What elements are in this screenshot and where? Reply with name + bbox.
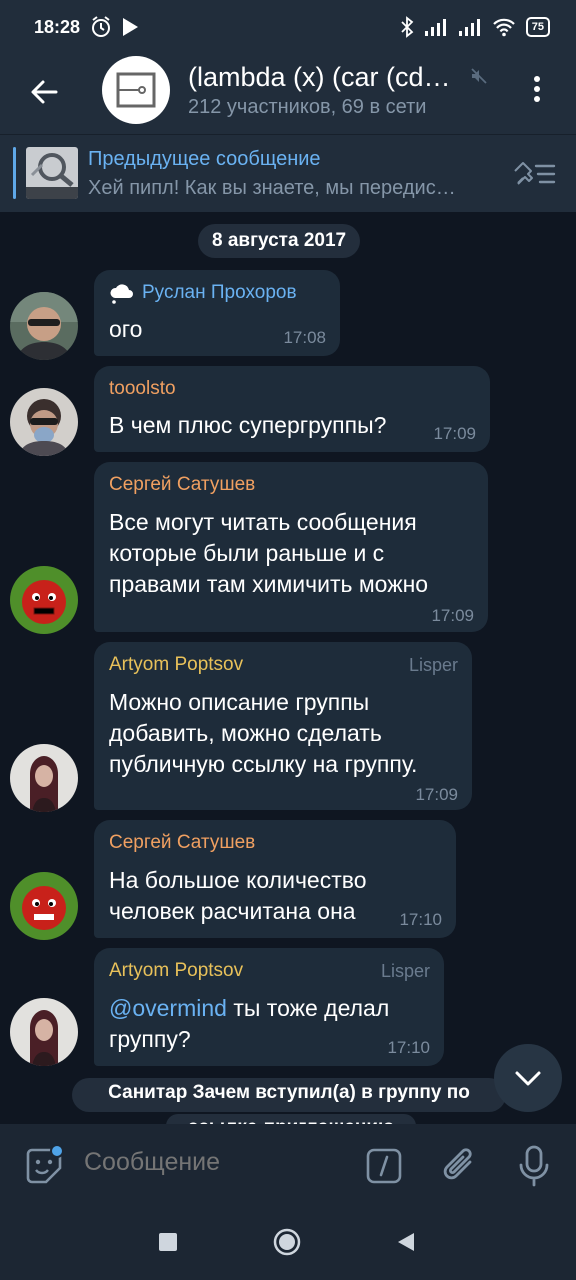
avatar[interactable]: [10, 566, 78, 634]
avatar[interactable]: [10, 292, 78, 360]
message-time: 17:10: [387, 1038, 430, 1057]
sender-name[interactable]: Руслан Прохоров: [142, 282, 297, 304]
message-text: ого: [109, 316, 143, 342]
status-time: 18:28: [34, 17, 81, 37]
group-logo-icon: [116, 72, 156, 108]
status-icons-right: 75: [400, 16, 550, 38]
status-bar: 18:28 75: [0, 0, 576, 56]
recents-button[interactable]: [159, 1233, 177, 1251]
avatar[interactable]: [10, 388, 78, 456]
avatar[interactable]: [10, 998, 78, 1066]
avatar[interactable]: [10, 872, 78, 940]
group-avatar[interactable]: [102, 56, 170, 124]
message-time: 17:09: [433, 424, 476, 443]
signal-icon-2: [458, 19, 480, 36]
message-input-bar: [0, 1124, 576, 1204]
bot-commands-icon[interactable]: [366, 1148, 402, 1184]
message-text: которые были раньше и с: [109, 540, 385, 566]
message-time: 17:08: [283, 328, 326, 347]
user-photo-icon: [10, 998, 78, 1066]
message-text: добавить, можно сделать: [109, 720, 382, 746]
battery-indicator: 75: [525, 17, 550, 37]
more-options-icon[interactable]: [520, 71, 554, 107]
message-bubble[interactable]: Сергей Сатушев Все могут читать сообщени…: [94, 462, 488, 632]
pinned-text: Хей пипл! Как вы знаете, мы передис…: [88, 177, 456, 199]
message-text: публичную ссылку на группу.: [109, 751, 418, 777]
back-nav-icon[interactable]: [396, 1231, 416, 1253]
message-bubble[interactable]: Artyom Poptsov Lisper Можно описание гру…: [94, 642, 472, 810]
cloud-badge-icon: [110, 284, 133, 304]
message-input[interactable]: [84, 1148, 354, 1177]
user-photo-icon: [10, 388, 78, 456]
user-photo-icon: [10, 744, 78, 812]
pinned-indicator: [13, 147, 16, 199]
avatar[interactable]: [10, 744, 78, 812]
chat-messages-area[interactable]: 8 августа 2017 Руслан Прохоров ого 17:08…: [0, 212, 576, 1124]
mention-link[interactable]: @overmind: [109, 995, 227, 1021]
message-text: На большое количество: [109, 867, 367, 893]
alarm-icon: [92, 16, 110, 37]
message-text: Можно описание группы: [109, 689, 370, 715]
date-chip: 8 августа 2017: [198, 224, 361, 258]
system-navigation-bar: [0, 1204, 576, 1280]
chevron-down-icon: [515, 1071, 541, 1086]
message-text: правами там химичить можно: [109, 571, 429, 597]
admin-rank: Lisper: [408, 655, 458, 675]
pinned-list-icon[interactable]: [512, 157, 558, 191]
back-arrow-icon[interactable]: [26, 73, 64, 111]
sender-name[interactable]: Сергей Сатушев: [109, 474, 255, 496]
chat-subtitle: 212 участников, 69 в сети: [188, 96, 427, 118]
message-text: В чем плюс супергруппы?: [109, 412, 387, 438]
chat-title[interactable]: (lambda (x) (car (cd…: [188, 62, 473, 93]
new-stickers-dot: [50, 1144, 64, 1158]
sender-name[interactable]: Artyom Poptsov: [109, 960, 243, 982]
sender-name[interactable]: Artyom Poptsov: [109, 654, 243, 676]
service-message: Санитар Зачем вступил(а) в группу по: [72, 1078, 506, 1112]
bluetooth-icon: [401, 16, 414, 38]
admin-rank: Lisper: [380, 961, 430, 981]
service-message-continued: ссылке-приглашению: [166, 1114, 416, 1124]
sender-name[interactable]: Сергей Сатушев: [109, 832, 255, 854]
pinned-title: Предыдущее сообщение: [88, 148, 321, 170]
message-text: @overmind ты тоже делал: [109, 993, 389, 1023]
message-text: Все могут читать сообщения: [109, 509, 417, 535]
message-bubble[interactable]: tooolsto В чем плюс супергруппы? 17:09: [94, 366, 490, 452]
home-button[interactable]: [272, 1227, 302, 1257]
message-text: группу?: [109, 1026, 191, 1052]
signal-icon: [424, 19, 446, 36]
message-time: 17:10: [399, 910, 442, 929]
sender-name[interactable]: tooolsto: [109, 378, 176, 400]
mute-icon: [471, 68, 487, 84]
microphone-icon[interactable]: [516, 1144, 552, 1188]
message-time: 17:09: [431, 606, 474, 625]
pinned-message-bar[interactable]: Предыдущее сообщение Хей пипл! Как вы зн…: [0, 134, 576, 212]
message-bubble[interactable]: Сергей Сатушев На большое количество чел…: [94, 820, 456, 938]
message-bubble[interactable]: Руслан Прохоров ого 17:08: [94, 270, 340, 356]
user-photo-icon: [10, 566, 78, 634]
play-icon: [123, 18, 138, 36]
status-icons-left: [90, 16, 140, 38]
message-time: 17:09: [415, 785, 458, 804]
user-photo-icon: [10, 292, 78, 360]
message-text-part: ты тоже делал: [226, 995, 390, 1021]
message-text: человек расчитана она: [109, 898, 356, 924]
message-bubble[interactable]: Artyom Poptsov Lisper @overmind ты тоже …: [94, 948, 444, 1066]
pinned-thumbnail: [26, 147, 78, 199]
attach-icon[interactable]: [440, 1144, 480, 1188]
scroll-down-button[interactable]: [494, 1044, 562, 1112]
wifi-icon: [492, 18, 515, 37]
chat-header: (lambda (x) (car (cd… 212 участников, 69…: [0, 56, 576, 134]
user-photo-icon: [10, 872, 78, 940]
